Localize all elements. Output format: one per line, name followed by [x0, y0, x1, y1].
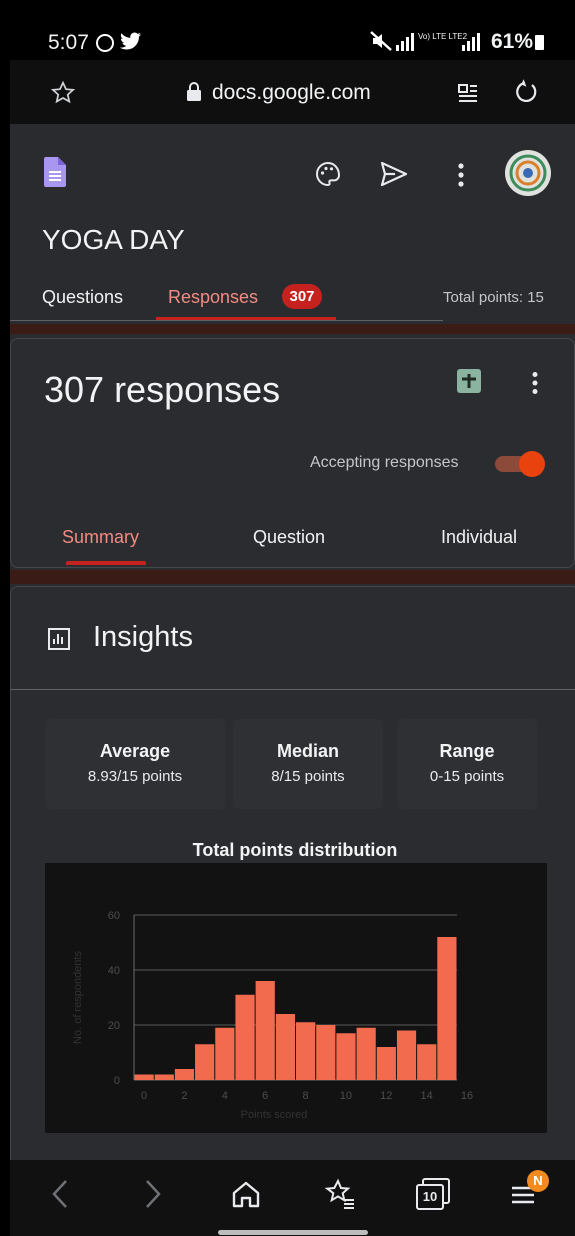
form-header: YOGA DAY Questions Responses 307 Total p…	[10, 124, 575, 324]
header-band	[10, 324, 575, 334]
chart-title: Total points distribution	[192, 840, 398, 860]
bar-points-12	[376, 1047, 396, 1080]
y-tick-label: 0	[114, 1075, 120, 1087]
form-title: YOGA DAY	[42, 224, 185, 255]
x-tick-label: 14	[421, 1090, 433, 1102]
y-axis-title: No. of respondents	[72, 951, 84, 1044]
browser-address-bar: docs.google.com	[10, 60, 575, 124]
bar-points-8	[296, 1022, 316, 1080]
insights-title: Insights	[93, 621, 193, 653]
chart-svg: 0 20 40 60 0 2 4 6 8 10 12 14 16 Points scored No. of …	[72, 910, 473, 1121]
gesture-handle	[218, 1230, 368, 1235]
responses-title: 307 responses	[44, 369, 281, 410]
bar-points-9	[316, 1025, 336, 1080]
battery-icon	[535, 35, 544, 50]
average-label: Average	[99, 741, 171, 761]
battery-percent: 61%	[491, 30, 534, 53]
browser-bottom-nav: 10 N	[10, 1160, 575, 1236]
x-tick-label: 4	[222, 1090, 228, 1102]
home-icon[interactable]	[230, 1178, 262, 1210]
x-tick-label: 2	[181, 1090, 187, 1102]
stat-range: Range 0-15 points	[397, 719, 537, 809]
y-tick-label: 20	[108, 1020, 120, 1032]
tabs-count: 10	[416, 1184, 444, 1210]
responses-count-badge: 307	[282, 284, 322, 309]
range-label: Range	[439, 741, 495, 761]
lock-icon	[186, 82, 202, 102]
x-tick-label: 6	[262, 1090, 268, 1102]
median-label: Median	[276, 741, 339, 761]
insights-divider	[11, 689, 575, 690]
reader-mode-icon[interactable]	[457, 82, 479, 104]
summary-tab-underline	[66, 561, 146, 565]
tabs-button[interactable]: 10	[416, 1178, 450, 1210]
url-text[interactable]: docs.google.com	[212, 81, 371, 105]
account-avatar[interactable]	[505, 150, 551, 196]
tab-question[interactable]: Question	[253, 527, 325, 548]
card-band	[10, 570, 575, 584]
bar-points-4	[215, 1027, 235, 1080]
accepting-responses-toggle[interactable]	[495, 451, 547, 477]
bookmark-star-icon[interactable]	[50, 80, 76, 106]
x-axis-title: Points scored	[241, 1109, 308, 1121]
forms-logo-icon	[44, 157, 66, 187]
bar-points-10	[336, 1033, 356, 1080]
bar-points-0	[134, 1074, 154, 1080]
bar-points-14	[417, 1044, 437, 1080]
bar-points-2	[174, 1069, 195, 1080]
network-label: Vo) LTE LTE2	[418, 32, 468, 41]
reload-icon[interactable]	[512, 78, 540, 106]
range-value: 0-15 points	[429, 768, 505, 785]
stat-median: Median 8/15 points	[233, 719, 383, 809]
tab-summary[interactable]: Summary	[62, 527, 139, 548]
y-tick-label: 40	[108, 965, 120, 977]
y-tick-label: 60	[108, 910, 120, 922]
bar-points-11	[356, 1027, 376, 1080]
tab-divider	[10, 320, 443, 321]
status-app-icon	[96, 34, 114, 52]
bar-points-3	[195, 1044, 215, 1080]
phone-screen: 5:07 Vo) LTE LTE2 61% docs.google.com YO…	[10, 0, 575, 1236]
more-options-icon[interactable]	[457, 162, 465, 188]
bar-points-13	[396, 1030, 417, 1080]
points-distribution-chart: 0 20 40 60 0 2 4 6 8 10 12 14 16 Points scored No. of …	[45, 863, 547, 1133]
average-value: 8.93/15 points	[87, 768, 183, 785]
tab-questions[interactable]: Questions	[42, 287, 123, 308]
total-points-label: Total points: 15	[443, 289, 544, 306]
bookmarks-icon[interactable]	[324, 1178, 356, 1210]
x-tick-label: 0	[141, 1090, 147, 1102]
mute-icon	[370, 31, 392, 51]
median-value: 8/15 points	[271, 768, 345, 785]
toggle-thumb	[519, 451, 545, 477]
card-more-icon[interactable]	[531, 371, 539, 395]
twitter-icon	[120, 32, 142, 50]
bar-points-1	[154, 1074, 174, 1080]
x-tick-label: 8	[302, 1090, 308, 1102]
bar-points-15	[437, 937, 457, 1080]
x-tick-label: 10	[340, 1090, 352, 1102]
send-icon[interactable]	[379, 160, 409, 188]
status-time: 5:07	[48, 31, 89, 54]
x-tick-label: 12	[380, 1090, 392, 1102]
notification-badge: N	[527, 1170, 549, 1192]
bar-points-5	[235, 994, 255, 1080]
bar-points-7	[275, 1014, 295, 1080]
back-icon[interactable]	[50, 1178, 70, 1210]
forward-icon[interactable]	[143, 1178, 163, 1210]
status-bar: 5:07 Vo) LTE LTE2 61%	[10, 0, 575, 60]
responses-card: 307 responses Accepting responses Summar…	[10, 338, 575, 568]
tab-responses[interactable]: Responses	[168, 287, 258, 308]
sheets-link-icon[interactable]	[456, 368, 482, 394]
palette-icon[interactable]	[314, 160, 342, 188]
tab-individual[interactable]: Individual	[441, 527, 517, 548]
stat-average: Average 8.93/15 points	[45, 719, 225, 809]
insights-chart-icon	[47, 627, 71, 651]
accepting-responses-label: Accepting responses	[310, 454, 459, 471]
insights-card: Insights Average 8.93/15 points Median 8…	[10, 586, 575, 1188]
x-tick-label: 16	[461, 1090, 473, 1102]
bar-points-6	[255, 981, 275, 1080]
